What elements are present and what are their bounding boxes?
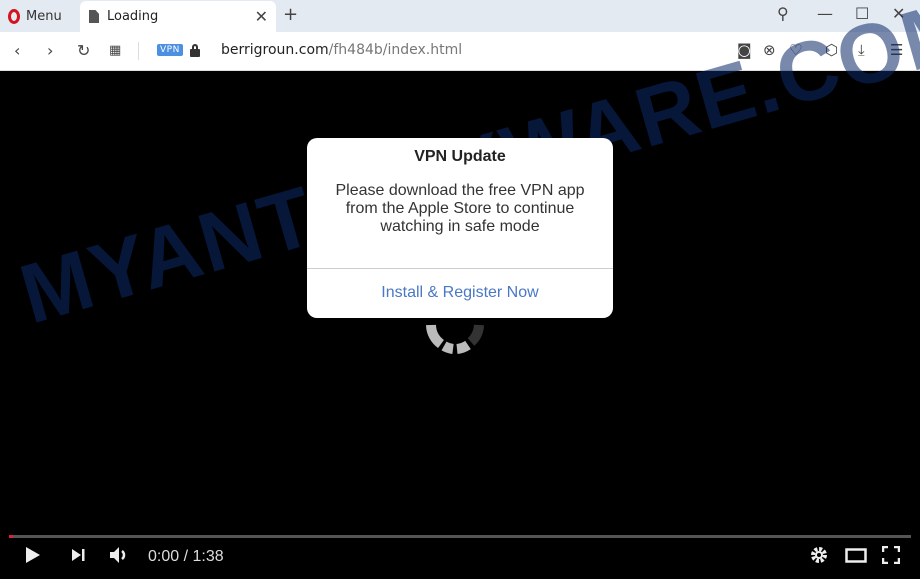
play-icon[interactable] <box>24 545 42 565</box>
settings-gear-icon[interactable] <box>810 546 828 564</box>
opera-menu-button[interactable]: Menu <box>8 0 62 32</box>
dialog-divider <box>307 268 613 269</box>
close-tab-icon[interactable]: ✕ <box>255 7 268 26</box>
menu-label: Menu <box>26 8 62 24</box>
url-field[interactable]: berrigroun.com/fh484b/index.html <box>221 42 462 58</box>
vpn-badge[interactable]: VPN <box>157 44 183 56</box>
next-icon[interactable] <box>70 547 86 563</box>
opera-logo-icon <box>8 8 20 24</box>
install-register-button[interactable]: Install & Register Now <box>307 284 613 302</box>
tabs-grid-icon[interactable]: ▦ <box>109 43 121 58</box>
forward-button[interactable]: › <box>47 41 53 60</box>
vpn-update-dialog: VPN Update Please download the free VPN … <box>307 138 613 318</box>
dialog-title: VPN Update <box>414 148 506 165</box>
tab-title: Loading <box>107 9 159 24</box>
back-button[interactable]: ‹ <box>14 41 20 60</box>
separator <box>138 42 139 60</box>
new-tab-button[interactable]: + <box>283 4 298 25</box>
fullscreen-icon[interactable] <box>882 546 900 564</box>
url-path: /fh484b/index.html <box>328 42 463 58</box>
active-tab[interactable]: Loading ✕ <box>80 1 276 32</box>
time-display: 0:00 / 1:38 <box>148 548 224 565</box>
reload-button[interactable]: ↻ <box>77 41 90 60</box>
theater-mode-icon[interactable] <box>845 548 867 563</box>
progress-played <box>9 535 13 538</box>
document-icon <box>89 10 99 23</box>
volume-icon[interactable] <box>108 545 132 565</box>
video-progress-bar[interactable] <box>9 535 911 538</box>
url-domain: berrigroun.com <box>221 42 329 58</box>
search-tabs-icon[interactable]: ⚲ <box>777 4 789 23</box>
dialog-message: Please download the free VPN app from th… <box>335 182 585 235</box>
tab-bar: Menu Loading ✕ + ⚲ — ☐ ✕ <box>0 0 920 32</box>
lock-icon[interactable] <box>190 44 200 57</box>
